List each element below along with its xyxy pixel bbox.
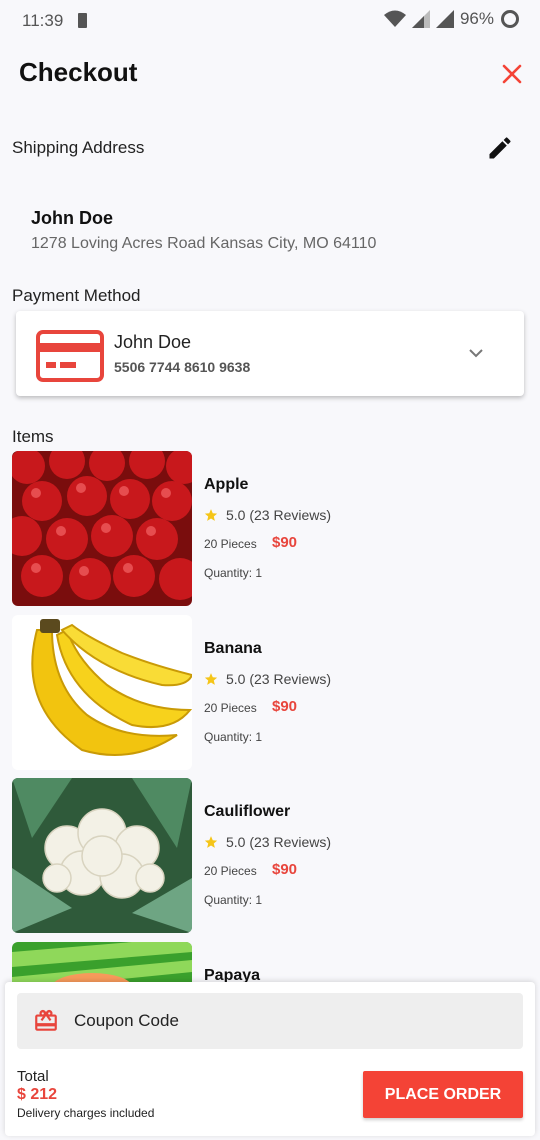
total-value: $ 212 xyxy=(17,1086,58,1103)
banana-image xyxy=(12,615,192,770)
item-rating: 5.0 (23 Reviews) xyxy=(204,507,331,523)
apple-image xyxy=(12,451,192,606)
coupon-code-button[interactable]: Coupon Code xyxy=(17,993,523,1049)
item-pieces: 20 Pieces xyxy=(204,864,257,878)
item-rating-text: 5.0 (23 Reviews) xyxy=(226,507,332,523)
item-price: $90 xyxy=(272,861,298,878)
item-price: $90 xyxy=(272,534,298,551)
wifi-icon xyxy=(383,10,406,27)
signal-icon-2 xyxy=(435,10,454,28)
item-rating: 5.0 (23 Reviews) xyxy=(204,671,331,687)
star-icon xyxy=(204,673,218,685)
credit-card-icon xyxy=(36,330,104,382)
delivery-note: Delivery charges included xyxy=(17,1106,155,1120)
item-rating-text: 5.0 (23 Reviews) xyxy=(226,671,332,687)
item-name: Banana xyxy=(204,640,262,657)
list-item-apple[interactable]: Apple 5.0 (23 Reviews) 20 Pieces $90 Qua… xyxy=(12,451,532,606)
place-order-button[interactable]: PLACE ORDER xyxy=(363,1071,523,1118)
status-right: 96% xyxy=(383,9,520,29)
gift-icon xyxy=(35,1009,57,1031)
payment-method-selector[interactable]: John Doe 5506 7744 8610 9638 xyxy=(16,311,524,396)
list-item-banana[interactable]: Banana 5.0 (23 Reviews) 20 Pieces $90 Qu… xyxy=(12,615,532,770)
signal-icon xyxy=(411,10,430,28)
item-pieces: 20 Pieces xyxy=(204,701,257,715)
star-icon xyxy=(204,836,218,848)
status-time: 11:39 xyxy=(22,11,64,30)
battery-saver-icon xyxy=(78,13,87,28)
page-title: Checkout xyxy=(19,57,138,87)
shipping-address-line: 1278 Loving Acres Road Kansas City, MO 6… xyxy=(31,235,377,252)
edit-address-button[interactable] xyxy=(486,134,514,162)
item-quantity: Quantity: 1 xyxy=(204,566,263,580)
checkout-footer: Coupon Code Total $ 212 Delivery charges… xyxy=(5,982,535,1136)
coupon-code-label: Coupon Code xyxy=(74,1011,179,1030)
status-bar: 11:39 96% xyxy=(0,0,540,40)
cauliflower-image xyxy=(12,778,192,933)
total-label: Total xyxy=(17,1068,49,1085)
item-quantity: Quantity: 1 xyxy=(204,893,263,907)
close-icon xyxy=(502,64,522,84)
pencil-icon xyxy=(489,137,511,159)
item-price: $90 xyxy=(272,698,298,715)
close-button[interactable] xyxy=(498,60,526,88)
shipping-address-label: Shipping Address xyxy=(12,138,145,157)
battery-percent: 96% xyxy=(459,9,494,28)
battery-ring-icon xyxy=(501,10,519,28)
list-item-cauliflower[interactable]: Cauliflower 5.0 (23 Reviews) 20 Pieces $… xyxy=(12,778,532,933)
card-number: 5506 7744 8610 9638 xyxy=(114,359,251,375)
items-label: Items xyxy=(12,427,54,446)
star-icon xyxy=(204,509,218,521)
item-name: Cauliflower xyxy=(204,803,291,820)
shipping-name: John Doe xyxy=(31,208,114,228)
item-rating-text: 5.0 (23 Reviews) xyxy=(226,834,332,850)
item-quantity: Quantity: 1 xyxy=(204,730,263,744)
payment-method-label: Payment Method xyxy=(12,286,141,305)
item-name: Apple xyxy=(204,476,249,493)
item-pieces: 20 Pieces xyxy=(204,537,257,551)
card-holder-name: John Doe xyxy=(114,332,192,352)
chevron-down-icon xyxy=(469,349,483,358)
item-rating: 5.0 (23 Reviews) xyxy=(204,834,331,850)
